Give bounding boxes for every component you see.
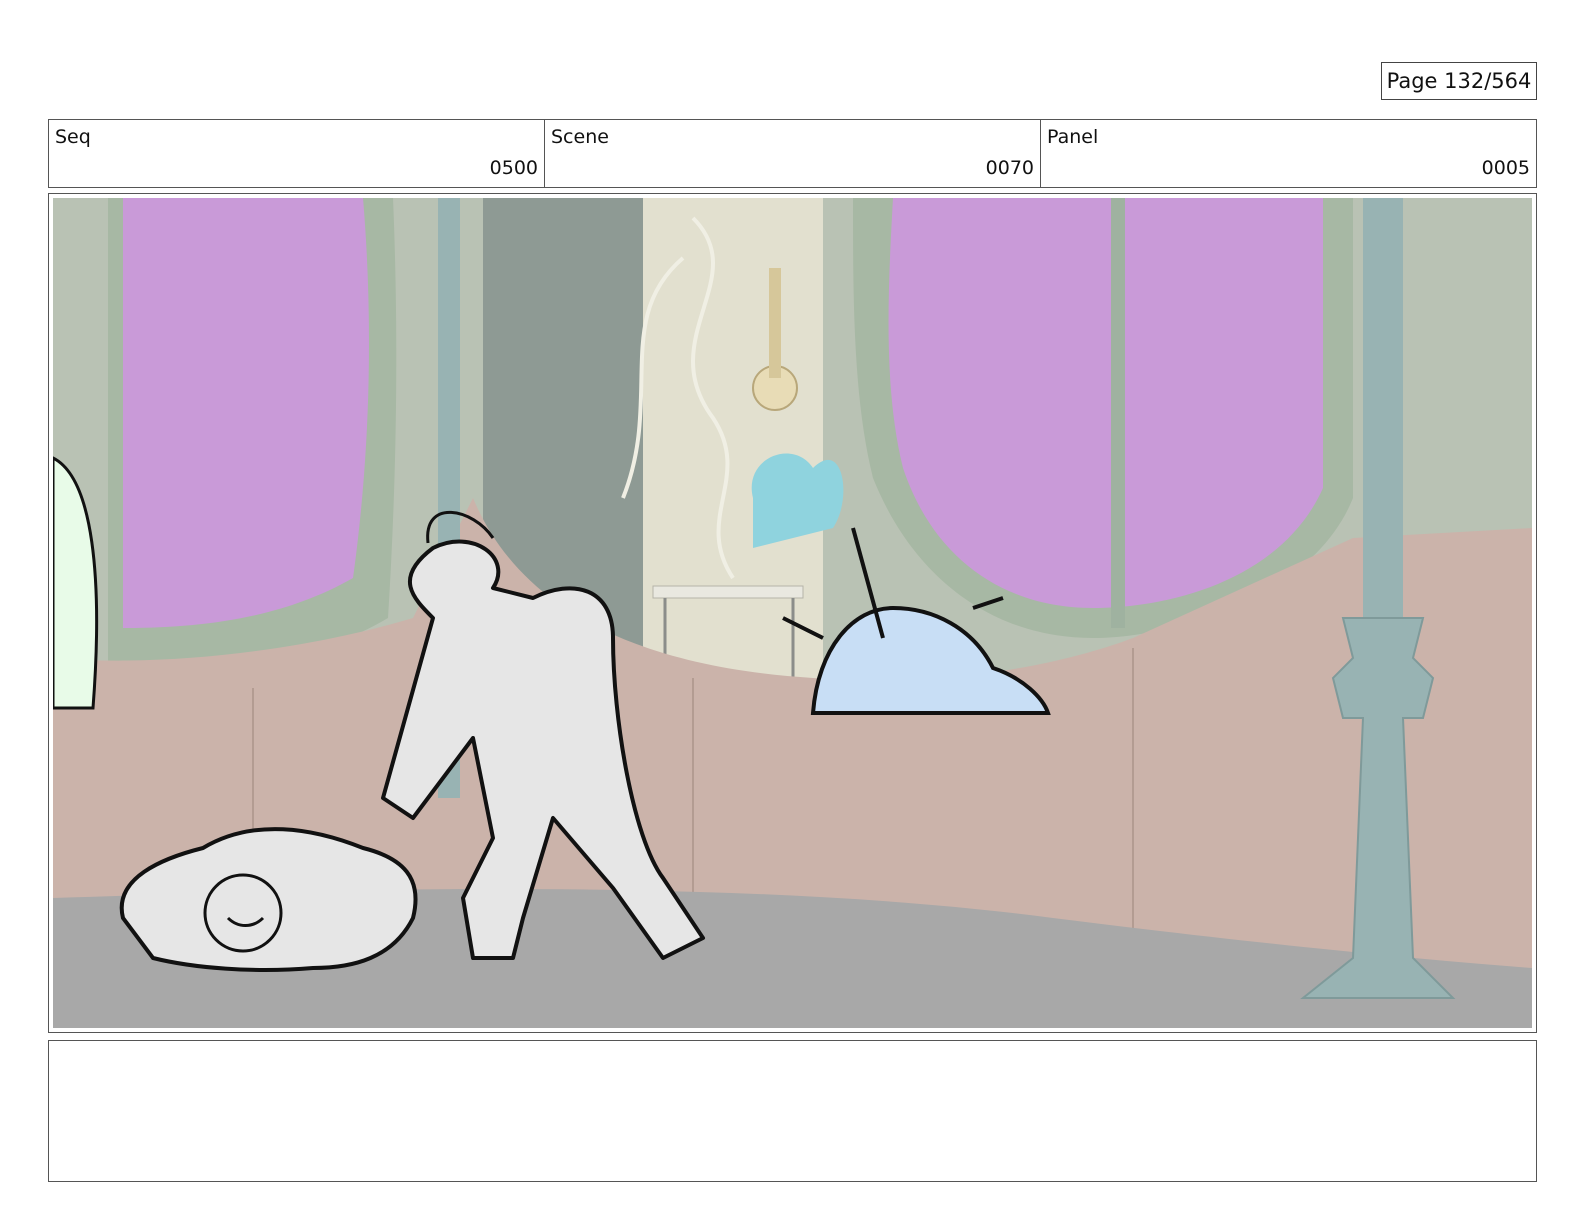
right-pillar-upper: [1363, 198, 1403, 618]
seq-cell: Seq 0500: [49, 120, 545, 187]
scene-label: Scene: [551, 126, 609, 148]
scene-cell: Scene 0070: [545, 120, 1041, 187]
panel-label: Panel: [1047, 126, 1099, 148]
scene-value: 0070: [985, 157, 1034, 179]
right-window-glass: [888, 198, 1323, 608]
storyboard-drawing: [53, 198, 1532, 1028]
page-number: Page 132/564: [1381, 62, 1537, 100]
hallway-table: [652, 585, 804, 599]
storyboard-panel: [48, 193, 1537, 1033]
panel-cell: Panel 0005: [1041, 120, 1536, 187]
seq-label: Seq: [55, 126, 91, 148]
notes-box: [48, 1040, 1537, 1182]
panel-header: Seq 0500 Scene 0070 Panel 0005: [48, 119, 1537, 188]
seq-value: 0500: [489, 157, 538, 179]
left-window-glass: [123, 198, 369, 628]
panel-value: 0005: [1481, 157, 1530, 179]
